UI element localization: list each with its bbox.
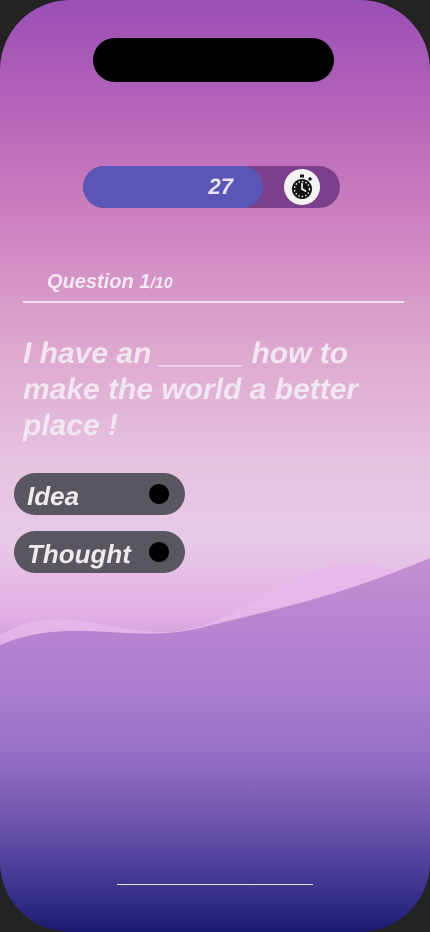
background-hills bbox=[0, 558, 430, 932]
radio-icon[interactable] bbox=[149, 542, 169, 562]
answer-option-label: Thought bbox=[27, 539, 131, 569]
answer-option-label: Idea bbox=[27, 481, 80, 511]
answer-option-idea[interactable]: Idea bbox=[14, 473, 185, 515]
question-total: /10 bbox=[150, 275, 173, 292]
stopwatch-icon bbox=[284, 169, 320, 205]
timer-value: 27 bbox=[208, 174, 233, 199]
phone-screen: 27 Question 1/10 I have an _____ how to … bbox=[0, 0, 430, 932]
dynamic-island bbox=[93, 38, 334, 82]
question-text: I have an _____ how to make the world a … bbox=[23, 337, 359, 442]
question-number: Question 1 bbox=[47, 271, 151, 293]
header-divider bbox=[23, 301, 404, 303]
question-counter: Question 1/10 bbox=[47, 271, 173, 294]
home-indicator[interactable] bbox=[117, 884, 313, 885]
radio-icon[interactable] bbox=[149, 484, 169, 504]
answer-option-thought[interactable]: Thought bbox=[14, 531, 185, 573]
